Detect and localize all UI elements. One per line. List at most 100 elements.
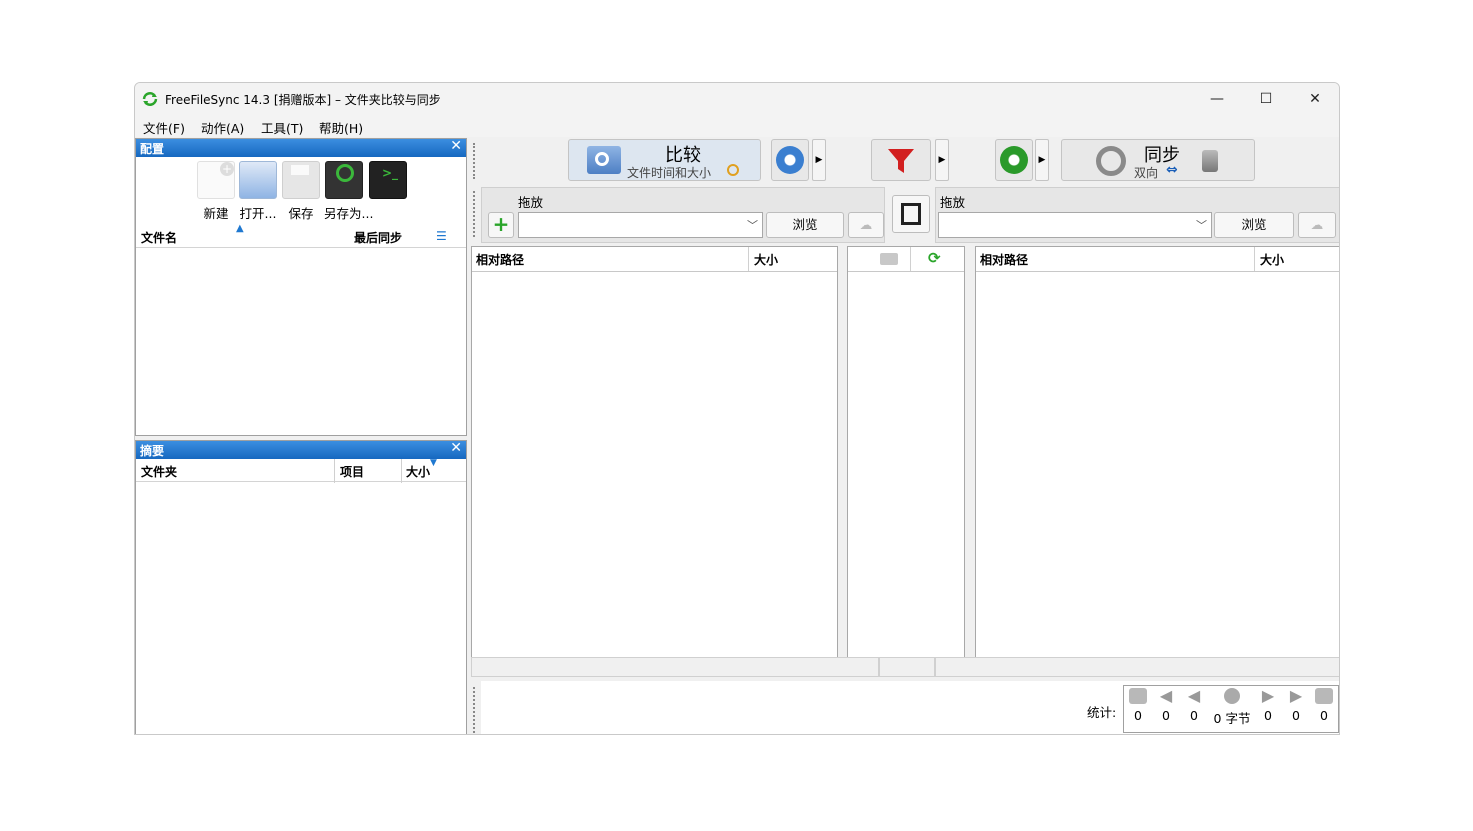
sort-ascending-icon: ▲ [236, 223, 244, 234]
config-panel: 配置 ✕ + 新建 打开... 保存 另存为... >_ 文件名 ▲ 最后同步 … [135, 138, 467, 436]
save-as-label: 另存为... [324, 206, 374, 221]
right-column-relative-path[interactable]: 相对路径 [980, 251, 1028, 268]
left-plus-arrow-icon: ◀ [1187, 686, 1201, 705]
compare-button[interactable]: 比较 文件时间和大小 [568, 139, 761, 181]
save-as-batch-button[interactable]: 另存为... [324, 161, 374, 222]
save-button[interactable]: 保存 [281, 161, 321, 222]
menu-bar: 文件(F) 动作(A) 工具(T) 帮助(H) [135, 115, 1339, 137]
new-config-button[interactable]: + 新建 [196, 161, 236, 222]
left-browse-button[interactable]: 浏览 [766, 212, 844, 238]
swap-sides-button[interactable] [892, 195, 930, 233]
freefilesync-logo-icon [142, 92, 158, 106]
middle-action-grid[interactable]: ⟳ [847, 246, 965, 658]
column-items[interactable]: 项目 [340, 463, 364, 480]
sync-settings-button[interactable] [995, 139, 1033, 181]
right-column-size[interactable]: 大小 [1260, 251, 1284, 268]
stat-create-left: 0 [1126, 688, 1150, 723]
config-panel-close-icon[interactable]: ✕ [450, 138, 462, 154]
swap-arrows-icon [901, 203, 921, 225]
compare-settings-button[interactable] [771, 139, 809, 181]
app-window: FreeFileSync 14.3 [捐赠版本] – 文件夹比较与同步 — ☐ … [134, 82, 1340, 735]
summary-panel-title: 摘要 [140, 444, 165, 458]
sort-descending-icon: ▼ [430, 458, 437, 468]
compare-settings-dropdown[interactable]: ▶ [812, 139, 826, 181]
sync-arrows-icon [1096, 146, 1126, 176]
summary-panel-header: 摘要 ✕ [136, 440, 466, 459]
left-grid-header: 相对路径 大小 [472, 247, 837, 272]
left-drop-label: 拖放 [518, 195, 544, 210]
open-config-label: 打开... [239, 206, 277, 221]
save-as-batch-job-button[interactable]: >_ [368, 161, 408, 199]
menu-actions[interactable]: 动作(A) [201, 118, 244, 137]
maximize-button[interactable]: ☐ [1242, 83, 1290, 115]
open-config-button[interactable]: 打开... [238, 161, 278, 222]
config-panel-title: 配置 [140, 142, 165, 156]
left-file-grid[interactable]: 相对路径 大小 [471, 246, 838, 658]
stat-value: 0 [1320, 708, 1328, 723]
stat-value: 0 [1190, 708, 1198, 723]
left-cloud-button[interactable]: ☁ [848, 212, 884, 238]
filter-button[interactable] [871, 139, 931, 181]
column-filename[interactable]: 文件名 [141, 229, 177, 246]
config-panel-header: 配置 ✕ [136, 138, 466, 157]
right-browse-button[interactable]: 浏览 [1214, 212, 1294, 238]
stat-value: 0 [1162, 708, 1170, 723]
column-separator [334, 459, 335, 483]
left-folder-input[interactable]: ﹀ [518, 212, 763, 238]
column-last-sync[interactable]: 最后同步 [354, 229, 402, 246]
left-arrow-icon: ◀ [1159, 686, 1173, 705]
column-separator [748, 247, 749, 271]
add-folder-pair-button[interactable]: + [488, 212, 514, 238]
stat-value: 0 字节 [1213, 711, 1251, 726]
right-grid-header: 相对路径 大小 [976, 247, 1339, 272]
stats-bar-grip[interactable] [473, 687, 477, 733]
right-file-grid[interactable]: 相对路径 大小 [975, 246, 1339, 658]
minimize-button[interactable]: — [1193, 83, 1241, 115]
new-config-label: 新建 [203, 206, 229, 221]
status-bar-right [935, 657, 1339, 677]
cloud-icon: ☁ [859, 217, 873, 232]
sync-action-icon[interactable]: ⟳ [928, 249, 941, 267]
middle-grid-header: ⟳ [848, 247, 964, 272]
left-column-size[interactable]: 大小 [754, 251, 778, 268]
summary-panel: 摘要 ✕ 文件夹 项目 大小 ▼ [135, 440, 467, 734]
batch-job-icon: >_ [369, 161, 407, 199]
clock-icon [727, 164, 739, 176]
stat-update-left: ◀ 0 [1154, 686, 1178, 724]
open-config-icon [239, 161, 277, 199]
menu-help[interactable]: 帮助(H) [319, 118, 363, 137]
menu-file[interactable]: 文件(F) [143, 118, 185, 137]
statistics-label: 统计: [1087, 705, 1117, 720]
column-folder[interactable]: 文件夹 [141, 463, 177, 480]
sync-settings-dropdown[interactable]: ▶ [1035, 139, 1049, 181]
save-sync-icon [325, 161, 363, 199]
stat-delete-right: ▶ 0 [1256, 688, 1280, 724]
save-label: 保存 [288, 206, 314, 221]
compare-category-icon[interactable] [880, 253, 898, 265]
cloud-icon: ☁ [1310, 217, 1324, 232]
column-size[interactable]: 大小 [406, 463, 430, 480]
right-cloud-button[interactable]: ☁ [1298, 212, 1336, 238]
summary-panel-close-icon[interactable]: ✕ [450, 440, 462, 456]
title-bar: FreeFileSync 14.3 [捐赠版本] – 文件夹比较与同步 — ☐ … [135, 83, 1339, 115]
chevron-down-icon[interactable]: ﹀ [1196, 217, 1207, 233]
right-folder-input[interactable]: ﹀ [938, 212, 1212, 238]
right-folder-bar: 拖放 ﹀ 浏览 ☁ [935, 187, 1339, 243]
close-button[interactable]: ✕ [1291, 83, 1339, 115]
column-options-icon[interactable]: ☰ [436, 229, 447, 243]
chevron-down-icon[interactable]: ﹀ [747, 217, 758, 233]
compare-subtitle: 文件时间和大小 [627, 166, 712, 180]
summary-list-header: 文件夹 项目 大小 ▼ [136, 458, 466, 483]
left-column-relative-path[interactable]: 相对路径 [476, 251, 524, 268]
column-separator [401, 459, 402, 483]
synchronize-button[interactable]: 同步 双向 ⇔ [1061, 139, 1255, 181]
filter-dropdown[interactable]: ▶ [935, 139, 949, 181]
menu-tools[interactable]: 工具(T) [261, 118, 303, 137]
stat-data-size: 0 字节 [1210, 688, 1254, 727]
folder-bar-grip[interactable] [473, 191, 477, 237]
stat-value: 0 [1134, 708, 1142, 723]
column-separator [1254, 247, 1255, 271]
config-toolbar: + 新建 打开... 保存 另存为... >_ [136, 157, 466, 225]
filter-funnel-icon [888, 149, 914, 173]
compare-icon [587, 146, 621, 174]
